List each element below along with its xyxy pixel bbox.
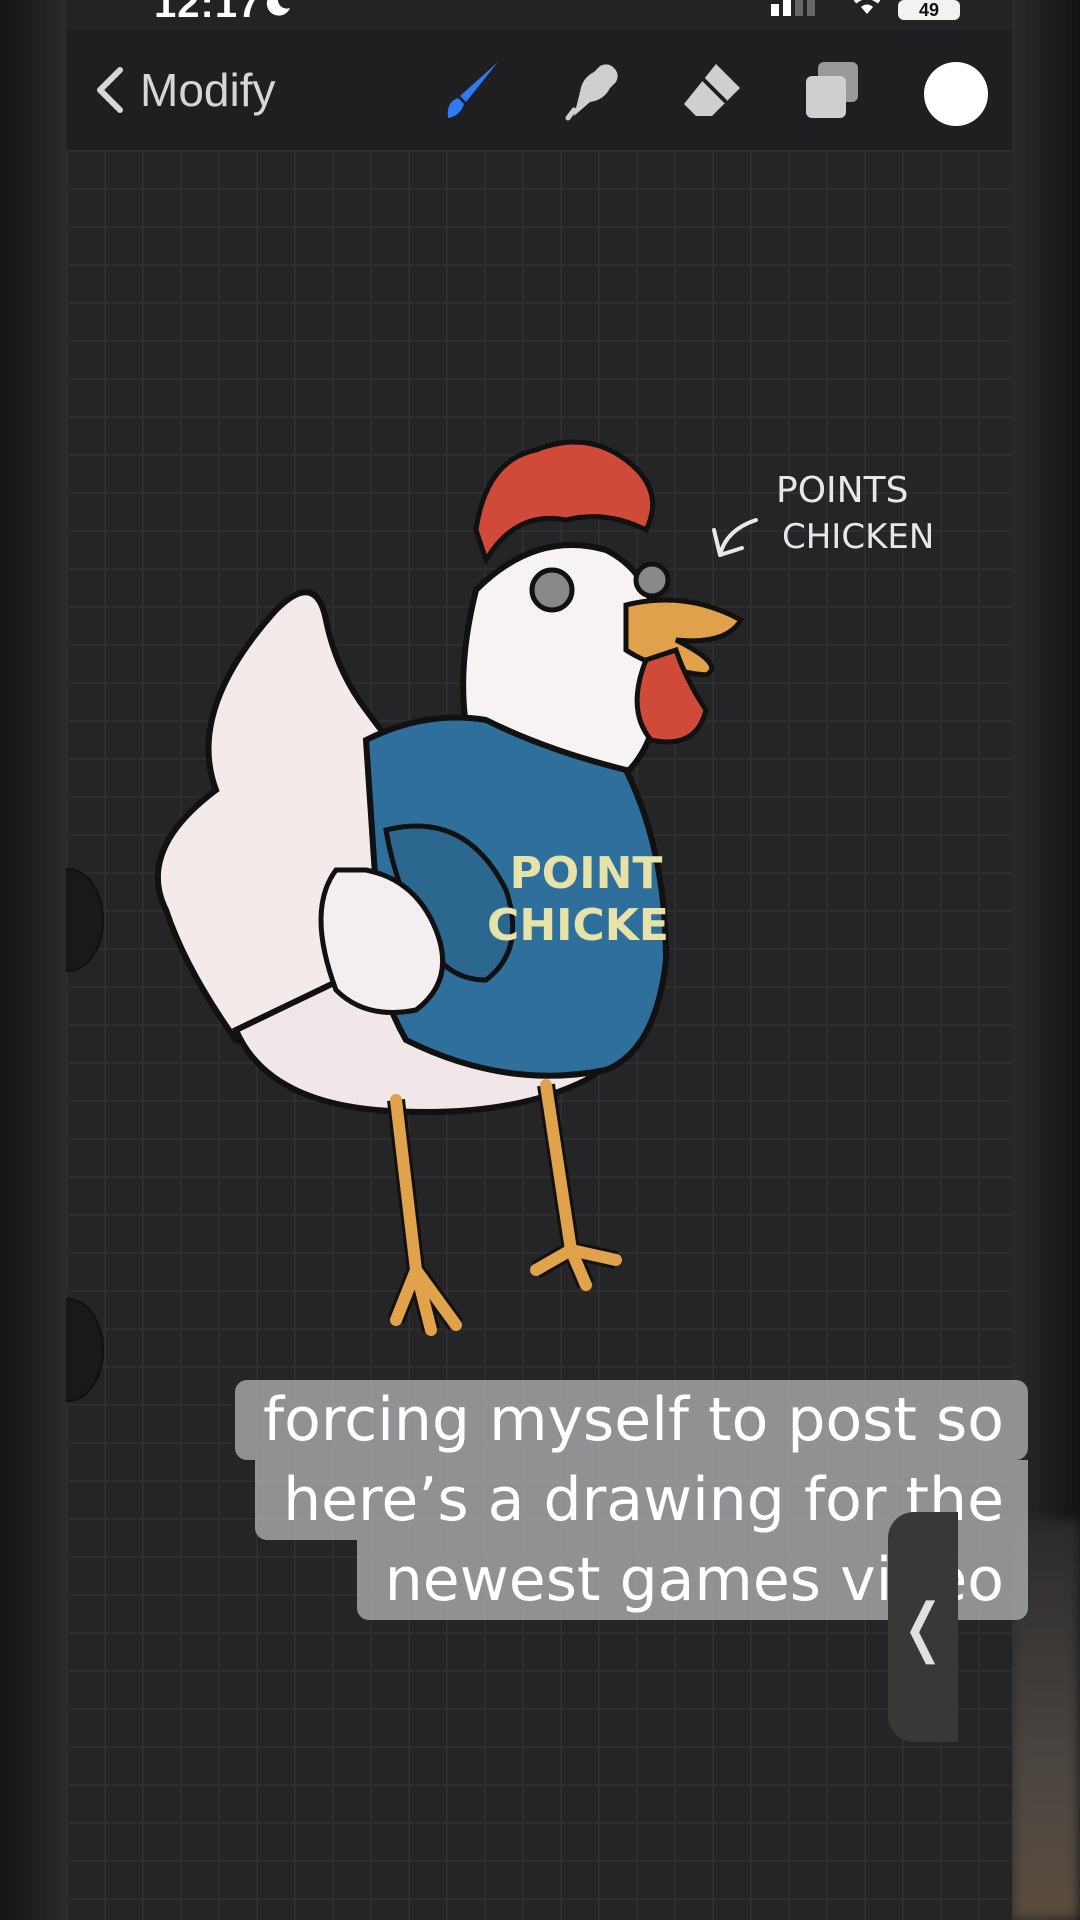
drawing-canvas[interactable]: POINT CHICKE POINTS CHICKEN	[66, 150, 1012, 1920]
battery-indicator: 49	[898, 0, 960, 20]
status-time: 12:17	[154, 0, 262, 26]
left-edge	[0, 0, 66, 1920]
collapse-chevron-icon: ❬	[896, 1590, 950, 1663]
wifi-icon	[853, 0, 880, 14]
color-swatch[interactable]	[924, 62, 988, 126]
status-icons: 49	[769, 0, 960, 21]
annotation-line2: CHICKEN	[782, 517, 934, 557]
smudge-icon[interactable]	[560, 58, 624, 122]
layers-icon[interactable]	[800, 58, 864, 122]
right-edge	[1012, 0, 1080, 1920]
chevron-left-icon	[97, 67, 123, 113]
modify-back-button[interactable]: Modify	[90, 60, 275, 120]
signal-icon	[771, 0, 816, 16]
side-panel-collapse-handle[interactable]: ❬	[888, 1512, 958, 1742]
shirt-text-line2: CHICKE	[487, 900, 669, 951]
chicken-drawing: POINT CHICKE POINTS CHICKEN	[154, 439, 934, 1336]
procreate-screen: 12:17 49 Modify POINT CHICKE POINTS CHIC…	[66, 0, 1012, 1920]
top-toolbar: Modify	[66, 30, 1012, 150]
shirt-text-line1: POINT	[510, 848, 663, 899]
caption-line-1: forcing myself to post so	[235, 1380, 1028, 1460]
modify-label: Modify	[140, 64, 276, 116]
moon-icon	[266, 0, 290, 16]
annotation-line1: POINTS	[776, 470, 908, 511]
brush-icon[interactable]	[440, 58, 504, 122]
eraser-icon[interactable]	[680, 58, 744, 122]
status-bar: 12:17 49	[66, 0, 1012, 30]
